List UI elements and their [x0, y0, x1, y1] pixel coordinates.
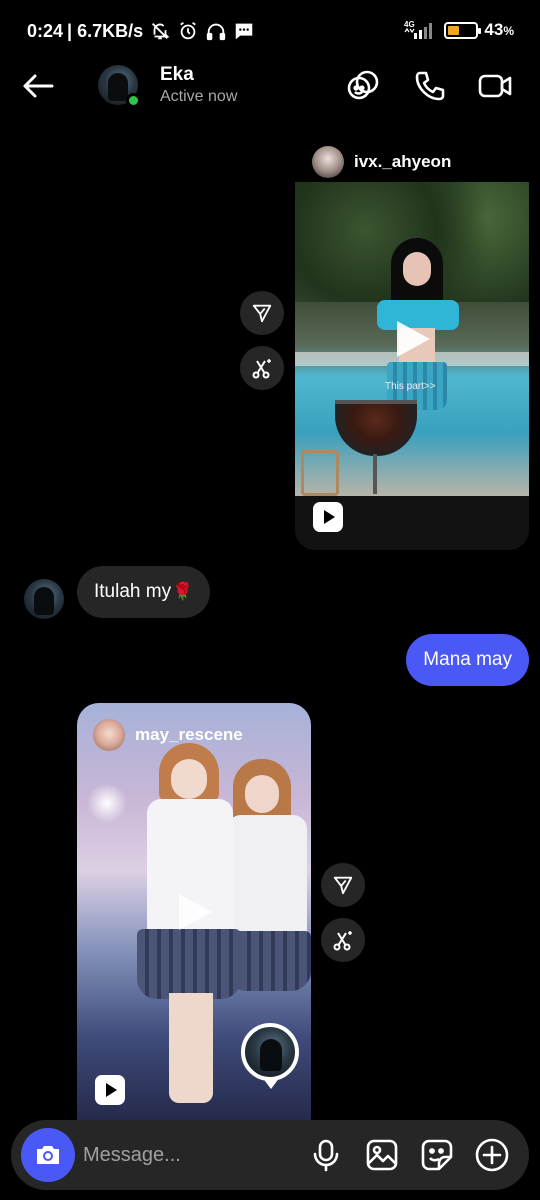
status-speed: | 6.7KB/s — [67, 20, 144, 41]
outgoing-message[interactable]: Mana may — [406, 634, 529, 686]
video-icon[interactable] — [477, 68, 513, 104]
phone-icon[interactable] — [412, 68, 448, 104]
shared-post-1-user[interactable]: ivx._ahyeon — [312, 146, 451, 178]
camera-icon — [37, 1146, 59, 1164]
gallery-icon[interactable] — [364, 1137, 400, 1173]
status-bar: 0:24 | 6.7KB/s 4G ⚡ 43% — [0, 0, 540, 60]
mute-bell-icon — [152, 23, 170, 40]
status-time: 0:24 — [27, 20, 64, 41]
sticker-icon[interactable] — [419, 1137, 455, 1173]
battery-percent: 43% — [484, 20, 514, 39]
contact-name[interactable]: Eka — [160, 64, 194, 86]
network-type: 4G — [404, 20, 415, 29]
pin-tip — [262, 1077, 280, 1089]
message-input[interactable] — [83, 1140, 303, 1170]
remix-button[interactable] — [240, 346, 284, 390]
shared-post-1-avatar — [312, 146, 344, 178]
share-button[interactable] — [321, 863, 365, 907]
shared-post-1[interactable]: This part>> — [295, 182, 529, 550]
alarm-icon — [180, 21, 196, 40]
microphone-icon[interactable] — [308, 1137, 344, 1173]
reels-icon — [313, 502, 343, 532]
shared-post-1-username: ivx._ahyeon — [354, 152, 452, 171]
play-icon[interactable] — [391, 318, 433, 360]
incoming-message-text: Itulah my — [94, 581, 172, 602]
charging-bolt-icon: ⚡ — [458, 22, 467, 37]
remix-button[interactable] — [321, 918, 365, 962]
contact-avatar[interactable] — [98, 65, 141, 108]
headphones-icon — [206, 23, 226, 41]
shared-post-2-user[interactable]: may_rescene — [93, 719, 243, 751]
incoming-message[interactable]: Itulah my 🌹 — [77, 566, 211, 618]
rose-emoji: 🌹 — [172, 582, 194, 601]
shared-post-2-avatar — [93, 719, 125, 751]
sender-pin-avatar — [241, 1023, 299, 1081]
send-icon — [333, 876, 353, 895]
shared-post-2[interactable]: may_rescene — [77, 703, 311, 1123]
status-right: 4G ⚡ 43% — [404, 20, 514, 40]
outgoing-message-text: Mana may — [423, 649, 512, 670]
shared-post-2-username: may_rescene — [135, 725, 243, 744]
contact-status: Active now — [160, 88, 238, 105]
battery-unit: % — [503, 24, 514, 38]
message-icon — [235, 23, 253, 40]
online-indicator — [126, 93, 141, 108]
battery-icon: ⚡ — [444, 21, 482, 39]
camera-button[interactable] — [21, 1128, 75, 1182]
effects-icon[interactable] — [345, 68, 381, 104]
send-icon — [252, 304, 272, 323]
scissors-sparkle-icon — [333, 931, 352, 951]
share-button[interactable] — [240, 291, 284, 335]
status-left: 0:24 | 6.7KB/s — [27, 20, 255, 42]
chat-header: Eka Active now — [0, 60, 540, 112]
plus-circle-icon[interactable] — [474, 1137, 510, 1173]
signal-icon: 4G — [404, 20, 433, 39]
shared-post-1-overlay-text: This part>> — [385, 381, 436, 392]
message-composer — [11, 1120, 529, 1190]
play-icon[interactable] — [173, 891, 215, 933]
scissors-sparkle-icon — [252, 359, 271, 379]
sender-avatar[interactable] — [24, 579, 64, 619]
back-arrow-icon[interactable] — [20, 68, 56, 104]
reels-icon — [95, 1075, 125, 1105]
